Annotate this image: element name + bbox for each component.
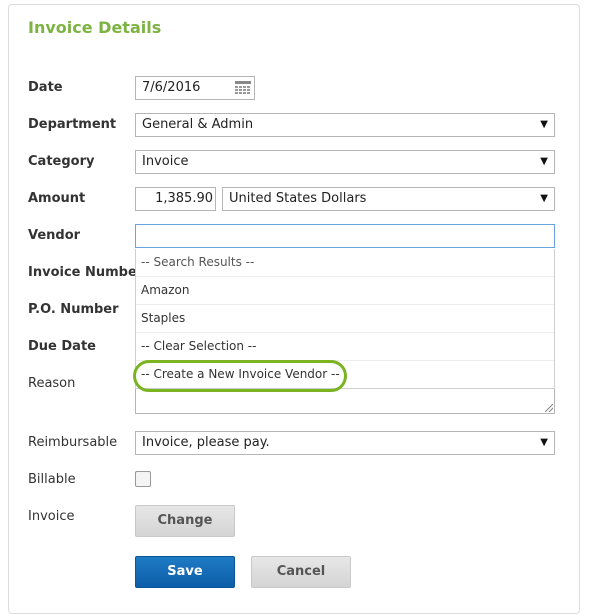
change-button[interactable]: Change (135, 505, 235, 537)
reimbursable-value: Invoice, please pay. (142, 435, 270, 450)
chevron-down-icon: ▼ (540, 156, 548, 167)
invoice-number-label: Invoice Number (28, 265, 144, 280)
category-value: Invoice (142, 154, 189, 169)
calendar-icon[interactable] (235, 81, 251, 95)
chevron-down-icon: ▼ (540, 119, 548, 130)
amount-label: Amount (28, 191, 86, 206)
invoice-label: Invoice (28, 509, 75, 524)
billable-label: Billable (28, 472, 76, 487)
chevron-down-icon: ▼ (540, 437, 548, 448)
dropdown-item-search-results: -- Search Results -- (136, 249, 554, 277)
department-value: General & Admin (142, 117, 254, 132)
reimbursable-label: Reimbursable (28, 435, 118, 450)
reason-textarea[interactable] (135, 389, 555, 414)
date-value: 7/6/2016 (142, 80, 201, 95)
highlight-ring (133, 360, 347, 392)
currency-select[interactable]: United States Dollars ▼ (222, 187, 555, 211)
vendor-input[interactable] (135, 224, 555, 248)
reason-label: Reason (28, 376, 76, 391)
amount-input[interactable]: 1,385.90 (135, 187, 216, 211)
date-input[interactable]: 7/6/2016 (135, 76, 255, 100)
page-title: Invoice Details (28, 18, 162, 37)
po-number-label: P.O. Number (28, 302, 119, 317)
reimbursable-select[interactable]: Invoice, please pay. ▼ (135, 431, 555, 455)
dropdown-item-amazon[interactable]: Amazon (136, 277, 554, 305)
save-button[interactable]: Save (135, 556, 235, 588)
category-label: Category (28, 154, 95, 169)
chevron-down-icon: ▼ (540, 193, 548, 204)
dropdown-item-staples[interactable]: Staples (136, 305, 554, 333)
amount-value: 1,385.90 (155, 191, 213, 206)
billable-checkbox[interactable] (135, 471, 151, 487)
category-select[interactable]: Invoice ▼ (135, 150, 555, 174)
due-date-label: Due Date (28, 339, 96, 354)
resize-grip-icon[interactable] (545, 404, 553, 412)
dropdown-item-clear-selection[interactable]: -- Clear Selection -- (136, 333, 554, 361)
date-label: Date (28, 80, 63, 95)
department-select[interactable]: General & Admin ▼ (135, 113, 555, 137)
department-label: Department (28, 117, 117, 132)
cancel-button[interactable]: Cancel (251, 556, 351, 588)
currency-value: United States Dollars (229, 191, 367, 206)
vendor-label: Vendor (28, 228, 81, 243)
